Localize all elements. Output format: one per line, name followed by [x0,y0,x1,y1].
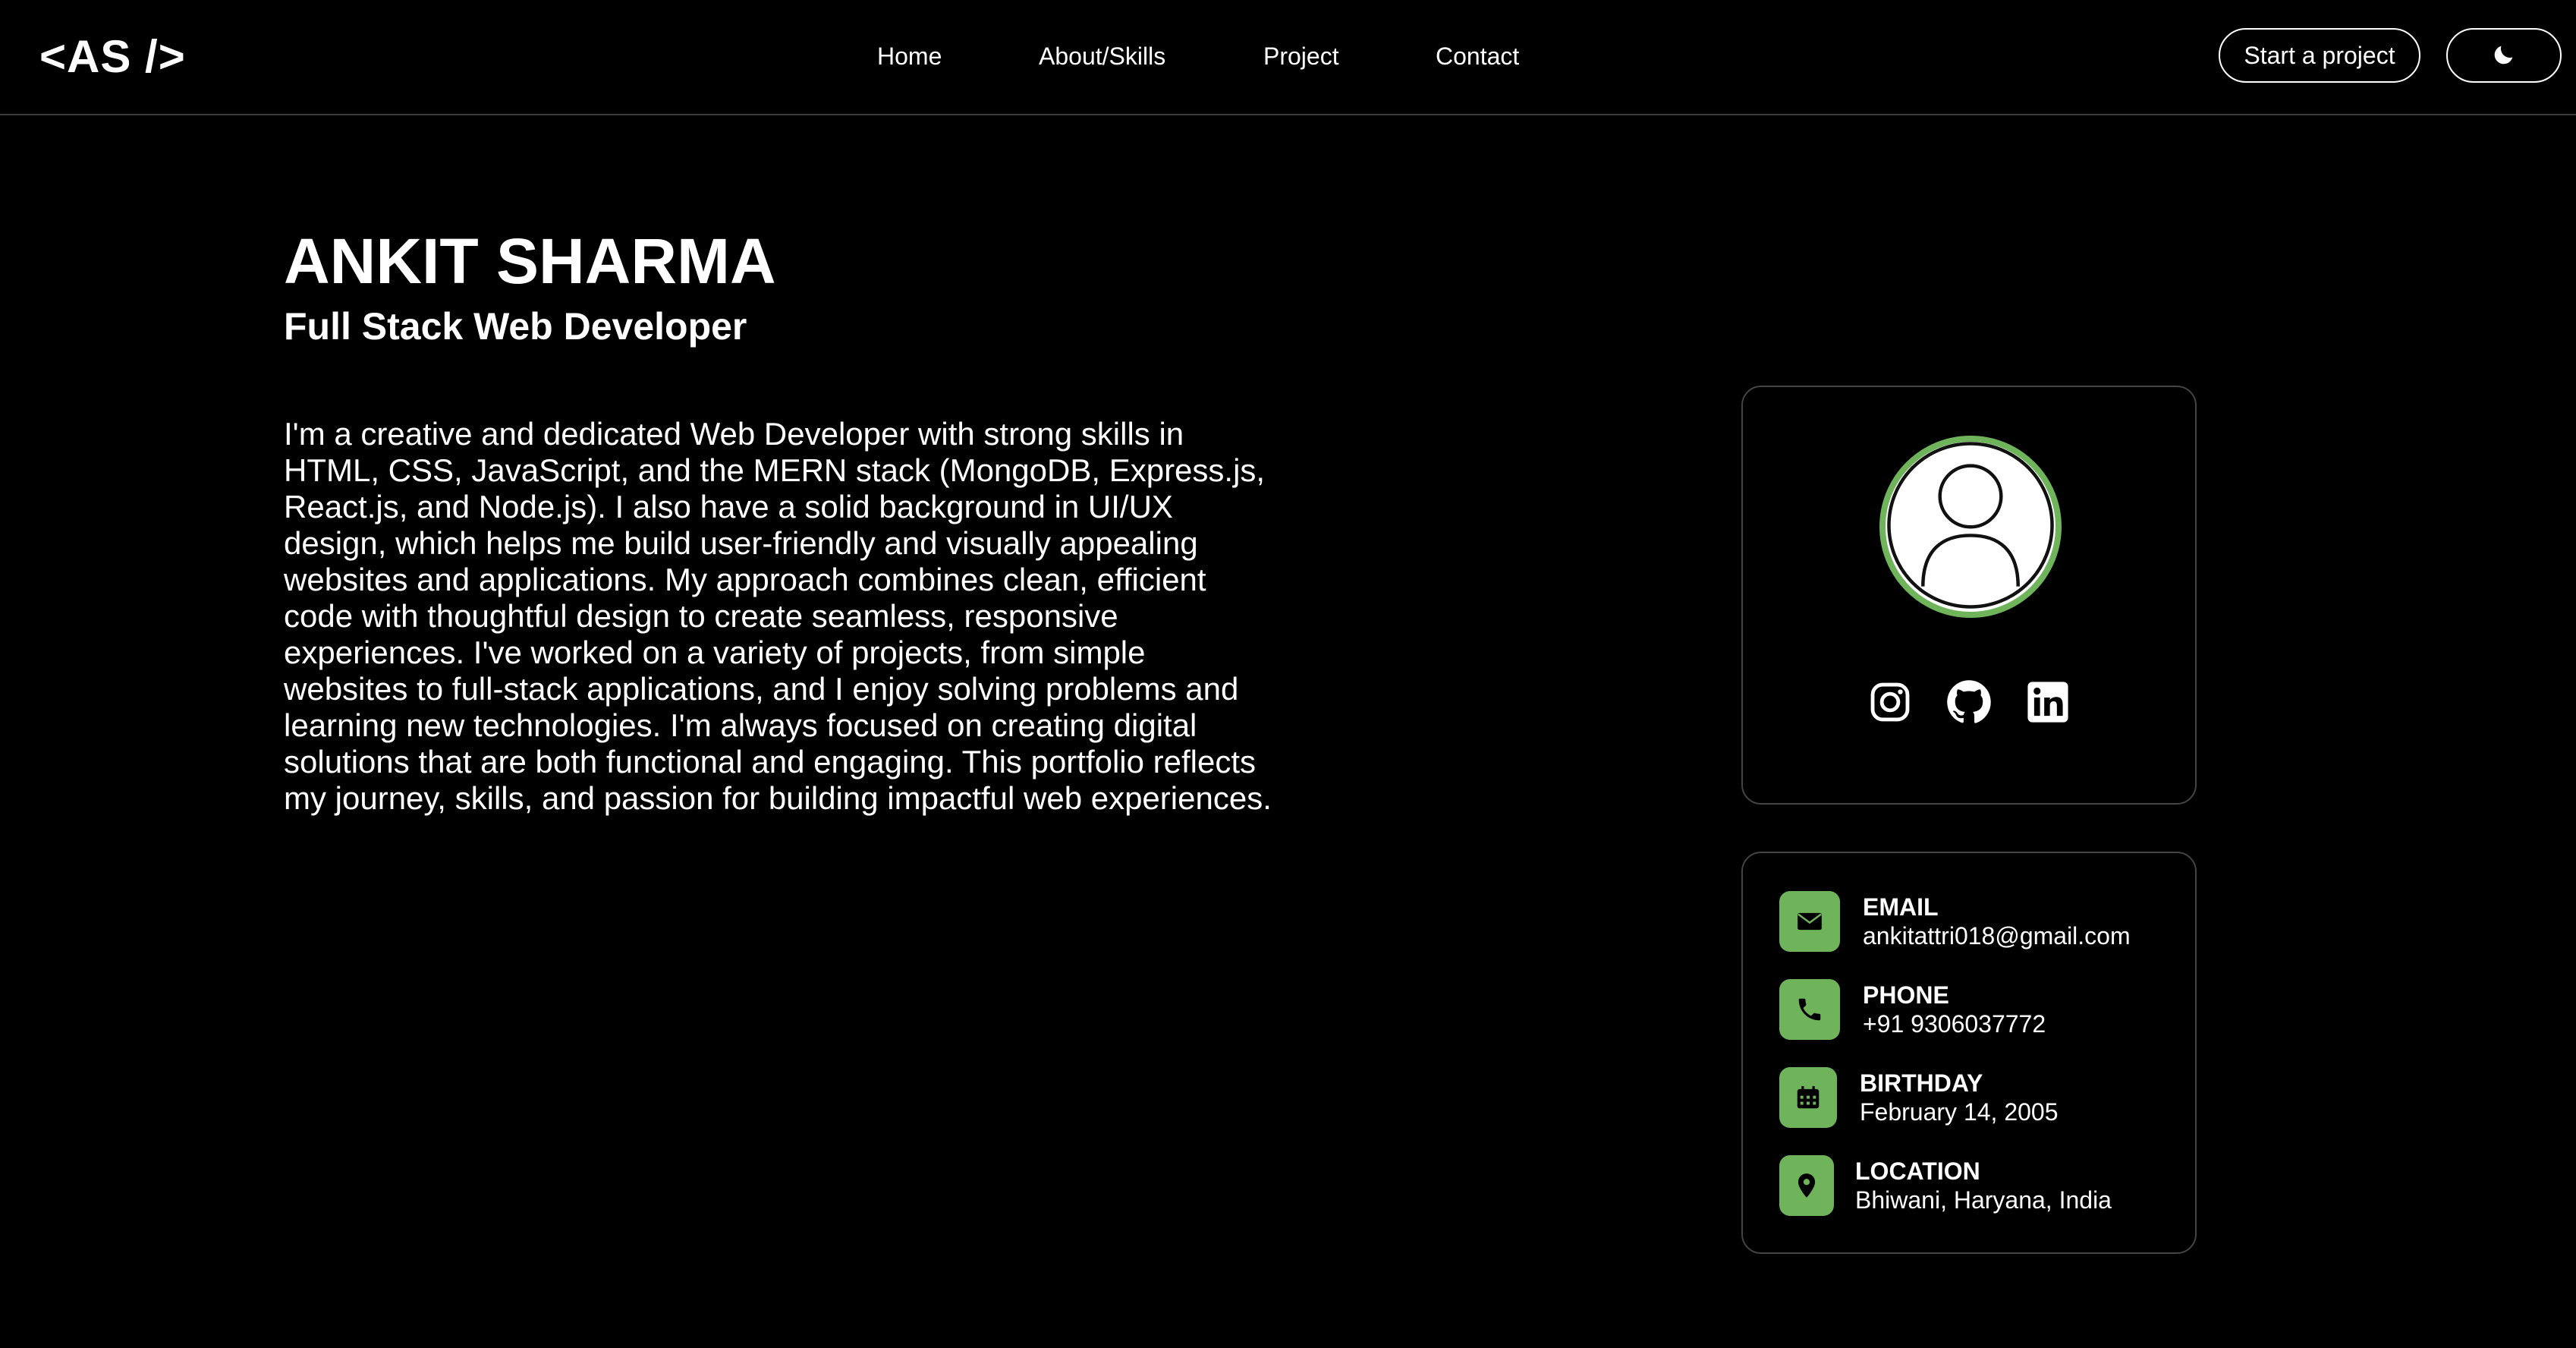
moon-icon [2491,42,2517,70]
contact-label: EMAIL [1863,893,1939,921]
instagram-icon [1868,680,1912,728]
github-link[interactable] [1946,679,1992,729]
social-links [1743,679,2195,729]
navbar: <AS /> Home About/Skills Project Contact… [0,0,2576,115]
contact-value[interactable]: +91 9306037772 [1863,1009,2046,1038]
hero-bio: I'm a creative and dedicated Web Develop… [284,416,1272,816]
contact-label: PHONE [1863,981,1949,1009]
github-icon [1946,679,1992,729]
contact-value: February 14, 2005 [1860,1098,2059,1126]
linkedin-icon [2026,680,2070,728]
instagram-link[interactable] [1868,682,1912,726]
nav-link-about-skills[interactable]: About/Skills [1039,39,1165,73]
nav-link-project[interactable]: Project [1263,39,1339,73]
location-pin-icon [1779,1155,1834,1216]
linkedin-link[interactable] [2026,680,2070,728]
start-project-button[interactable]: Start a project [2219,28,2420,83]
contact-label: LOCATION [1855,1157,1980,1185]
avatar [1879,436,2062,618]
hero-name: ANKIT SHARMA [284,225,776,297]
nav-link-contact[interactable]: Contact [1436,39,1519,73]
phone-icon [1779,979,1840,1040]
calendar-icon [1779,1067,1837,1128]
contact-value[interactable]: ankitattri018@gmail.com [1863,921,2131,950]
contact-label: BIRTHDAY [1860,1069,1983,1097]
envelope-icon [1779,891,1840,952]
contact-value: Bhiwani, Haryana, India [1855,1186,2112,1214]
user-avatar-icon [1886,442,2055,612]
nav-link-home[interactable]: Home [877,39,942,73]
theme-toggle-button[interactable] [2446,28,2562,83]
profile-card [1741,386,2197,805]
site-logo[interactable]: <AS /> [39,30,186,83]
contact-card: EMAIL ankitattri018@gmail.com PHONE +91 … [1741,852,2197,1254]
hero-role: Full Stack Web Developer [284,305,747,348]
